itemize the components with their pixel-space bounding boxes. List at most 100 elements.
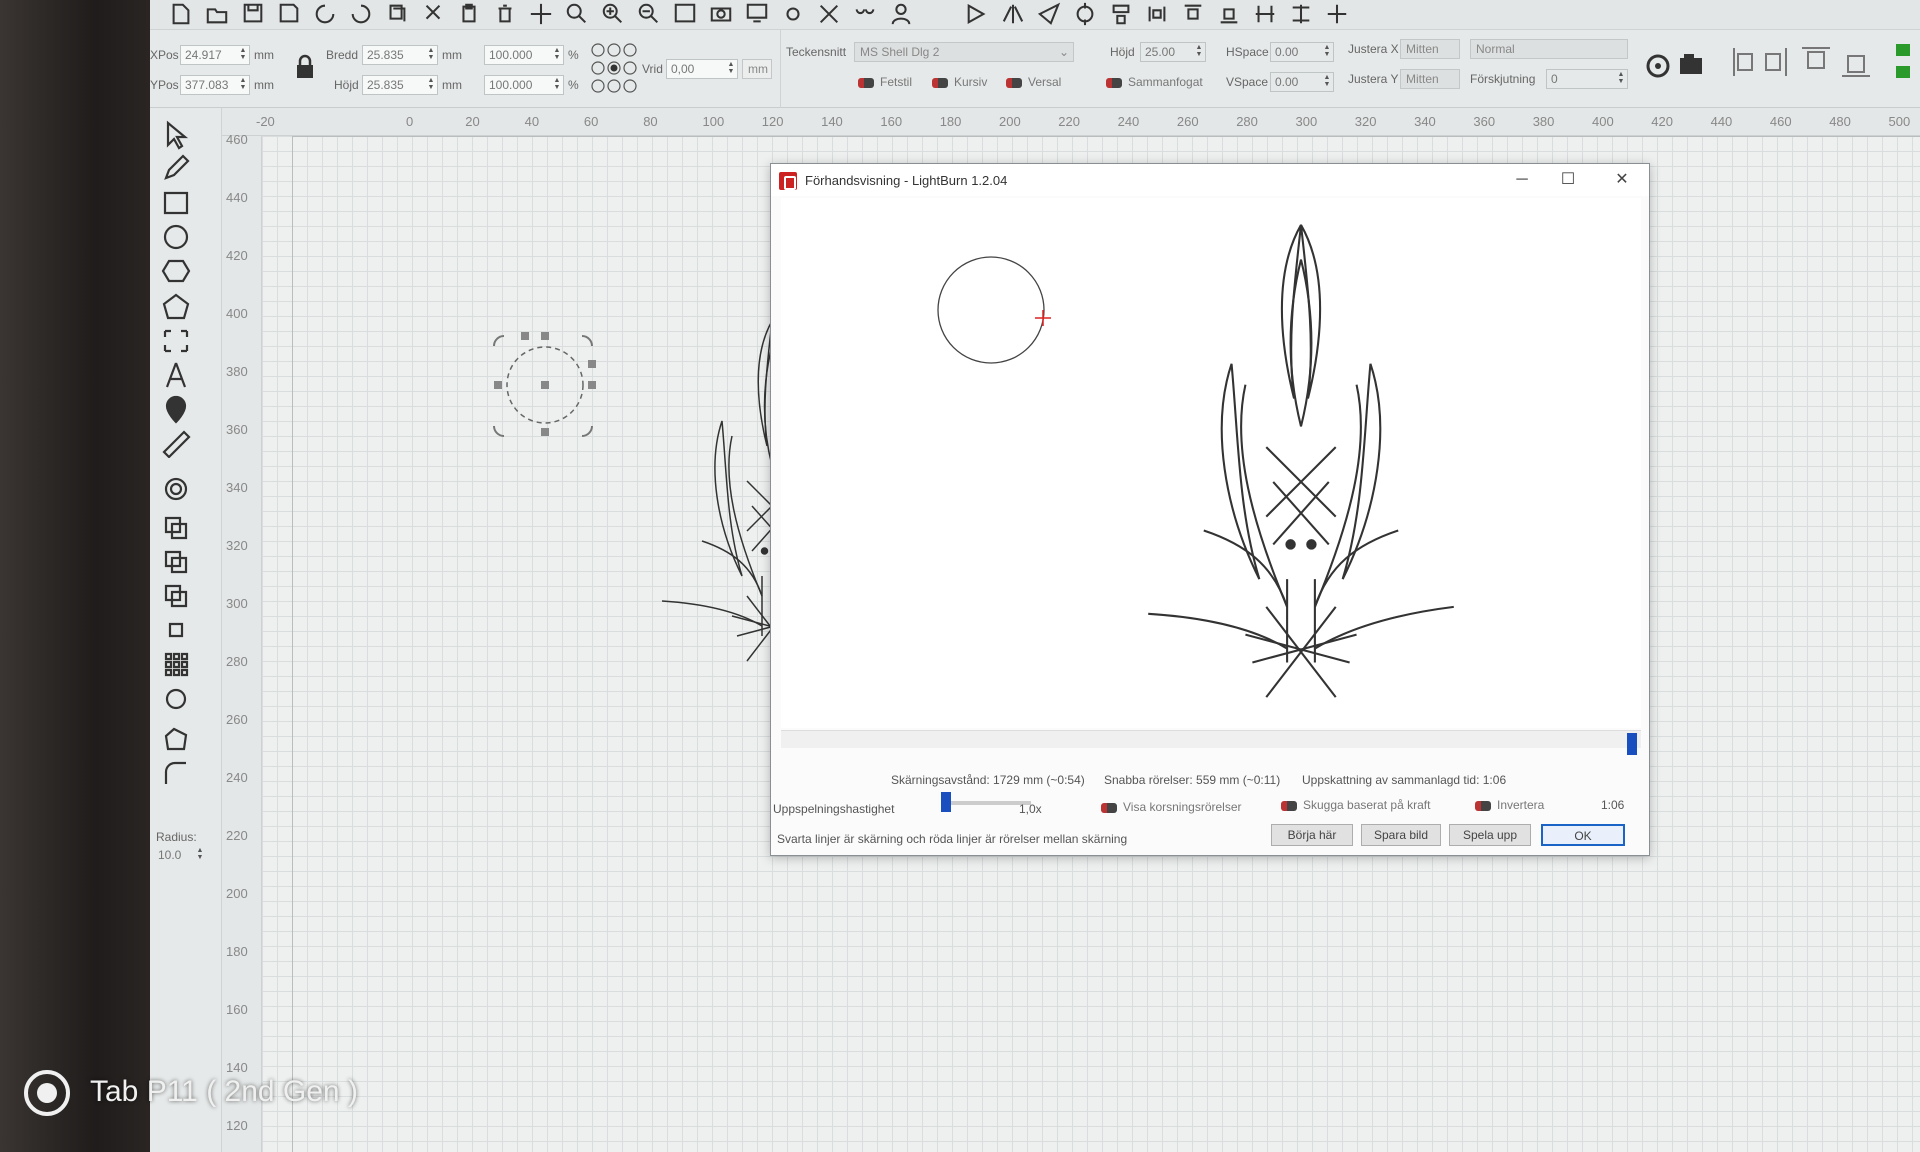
- save-image-button[interactable]: Spara bild: [1361, 824, 1441, 846]
- boolean-intersect-icon[interactable]: [160, 580, 192, 610]
- save-as-icon[interactable]: [276, 2, 302, 26]
- group-icon[interactable]: [1180, 2, 1206, 26]
- send-icon[interactable]: [1036, 2, 1062, 26]
- play-button[interactable]: Spela upp: [1449, 824, 1531, 846]
- vspace-label: VSpace: [1226, 75, 1269, 89]
- mirror-icon[interactable]: [1000, 2, 1026, 26]
- ungroup-icon[interactable]: [1216, 2, 1242, 26]
- uppercase-toggle[interactable]: Versal: [1006, 75, 1061, 89]
- new-file-icon[interactable]: [168, 2, 194, 26]
- cut-icon[interactable]: [420, 2, 446, 26]
- anchor-point-selector[interactable]: [590, 40, 640, 100]
- window-controls-icon[interactable]: [1894, 42, 1914, 82]
- ruler-tick-label: 500: [1888, 114, 1911, 129]
- offset-input[interactable]: 0 ▲ ▼: [1546, 69, 1628, 89]
- bold-toggle[interactable]: Fetstil: [858, 75, 912, 89]
- text-tool-icon[interactable]: [160, 360, 192, 390]
- offset-icon[interactable]: [160, 474, 192, 504]
- xpos-input[interactable]: 24.917 ▲ ▼: [180, 45, 250, 65]
- select-area-icon[interactable]: [672, 2, 698, 26]
- tools-icon[interactable]: [816, 2, 842, 26]
- vspace-input[interactable]: 0.00 ▲ ▼: [1270, 72, 1334, 92]
- move-icon[interactable]: [528, 2, 554, 26]
- ypos-input[interactable]: 377.083 ▲ ▼: [180, 75, 250, 95]
- corner-radius-icon[interactable]: [160, 758, 192, 788]
- flip-icon[interactable]: [964, 2, 990, 26]
- font-select[interactable]: MS Shell Dlg 2 ⌄: [854, 42, 1074, 62]
- text-mode-select[interactable]: Normal: [1470, 39, 1628, 59]
- shade-power-toggle[interactable]: Skugga baserat på kraft: [1281, 798, 1430, 812]
- rows-icon[interactable]: [1288, 2, 1314, 26]
- columns-icon[interactable]: [1252, 2, 1278, 26]
- crosshair-icon[interactable]: [1324, 2, 1350, 26]
- boolean-subtract-icon[interactable]: [160, 546, 192, 576]
- position-pin-icon[interactable]: [160, 394, 192, 424]
- select-arrow-icon[interactable]: [160, 120, 192, 150]
- boolean-union-icon[interactable]: [160, 512, 192, 542]
- users-icon[interactable]: [852, 2, 878, 26]
- preview-area[interactable]: [781, 198, 1641, 728]
- ok-button[interactable]: OK: [1541, 824, 1625, 846]
- italic-toggle[interactable]: Kursiv: [932, 75, 987, 89]
- rectangle-icon[interactable]: [160, 188, 192, 218]
- alignment-tools[interactable]: [1730, 42, 1880, 82]
- ruler-tick-label: 220: [1058, 114, 1080, 129]
- measure-icon[interactable]: [160, 428, 192, 459]
- close-button[interactable]: ✕: [1605, 168, 1639, 192]
- rotate-input[interactable]: 0,00 ▲ ▼: [666, 59, 738, 79]
- camera-watermark: Tab P11 ( 2nd Gen ): [24, 1070, 358, 1116]
- scrollbar-thumb[interactable]: [1627, 733, 1637, 755]
- edit-nodes-icon[interactable]: [160, 724, 192, 754]
- align-icon[interactable]: [1108, 2, 1134, 26]
- align-x-select[interactable]: Mitten: [1400, 39, 1460, 59]
- pen-icon[interactable]: [160, 154, 192, 184]
- redo-icon[interactable]: [348, 2, 374, 26]
- grid-array-icon[interactable]: [160, 648, 192, 678]
- show-traversal-toggle[interactable]: Visa korsningsrörelser: [1101, 800, 1242, 814]
- height-percent-input[interactable]: 100.000 ▲ ▼: [484, 75, 564, 95]
- polygon-icon[interactable]: [160, 256, 192, 286]
- settings-icon[interactable]: [780, 2, 806, 26]
- rotate-unit-button[interactable]: mm: [742, 59, 772, 79]
- lock-aspect-icon[interactable]: [294, 54, 316, 80]
- ruler-tick-label: 380: [226, 364, 248, 379]
- maximize-button[interactable]: ☐: [1551, 168, 1585, 192]
- circular-array-icon[interactable]: [160, 684, 192, 714]
- preview-scrollbar[interactable]: [781, 730, 1641, 755]
- pentagon-icon[interactable]: [160, 292, 192, 322]
- paste-icon[interactable]: [456, 2, 482, 26]
- welded-toggle[interactable]: Sammanfogat: [1106, 75, 1203, 89]
- save-icon[interactable]: [240, 2, 266, 26]
- minimize-button[interactable]: ─: [1505, 168, 1539, 192]
- width-input[interactable]: 25.835 ▲ ▼: [362, 45, 438, 65]
- playback-speed-track[interactable]: [941, 801, 1031, 805]
- open-folder-icon[interactable]: [204, 2, 230, 26]
- invert-toggle[interactable]: Invertera: [1475, 798, 1544, 812]
- undo-icon[interactable]: [312, 2, 338, 26]
- height-input[interactable]: 25.835 ▲ ▼: [362, 75, 438, 95]
- zoom-fit-icon[interactable]: [564, 2, 590, 26]
- distribute-icon[interactable]: [1144, 2, 1170, 26]
- zoom-in-icon[interactable]: [600, 2, 626, 26]
- copy-icon[interactable]: [384, 2, 410, 26]
- text-height-input[interactable]: 25.00 ▲ ▼: [1140, 42, 1206, 62]
- zoom-out-icon[interactable]: [636, 2, 662, 26]
- radius-input[interactable]: 10.0 ▲ ▼: [154, 846, 206, 866]
- circle-icon[interactable]: [160, 222, 192, 252]
- camera-icon[interactable]: [708, 2, 734, 26]
- delete-icon[interactable]: [492, 2, 518, 26]
- start-here-button[interactable]: Börja här: [1271, 824, 1353, 846]
- width-percent-input[interactable]: 100.000 ▲ ▼: [484, 45, 564, 65]
- hspace-input[interactable]: 0.00 ▲ ▼: [1270, 42, 1334, 62]
- monitor-icon[interactable]: [744, 2, 770, 26]
- target-icon[interactable]: [1072, 2, 1098, 26]
- ruler-tick-label: 180: [939, 114, 962, 129]
- playback-speed-thumb[interactable]: [941, 792, 951, 812]
- frame-icon[interactable]: [160, 326, 192, 356]
- align-y-select[interactable]: Mitten: [1400, 69, 1460, 89]
- weld-icon[interactable]: [160, 614, 192, 644]
- device-settings-icons[interactable]: [1644, 50, 1708, 82]
- selected-circle-shape[interactable]: [480, 322, 610, 452]
- ruler-tick-label: 420: [226, 248, 248, 263]
- user-icon[interactable]: [888, 2, 914, 26]
